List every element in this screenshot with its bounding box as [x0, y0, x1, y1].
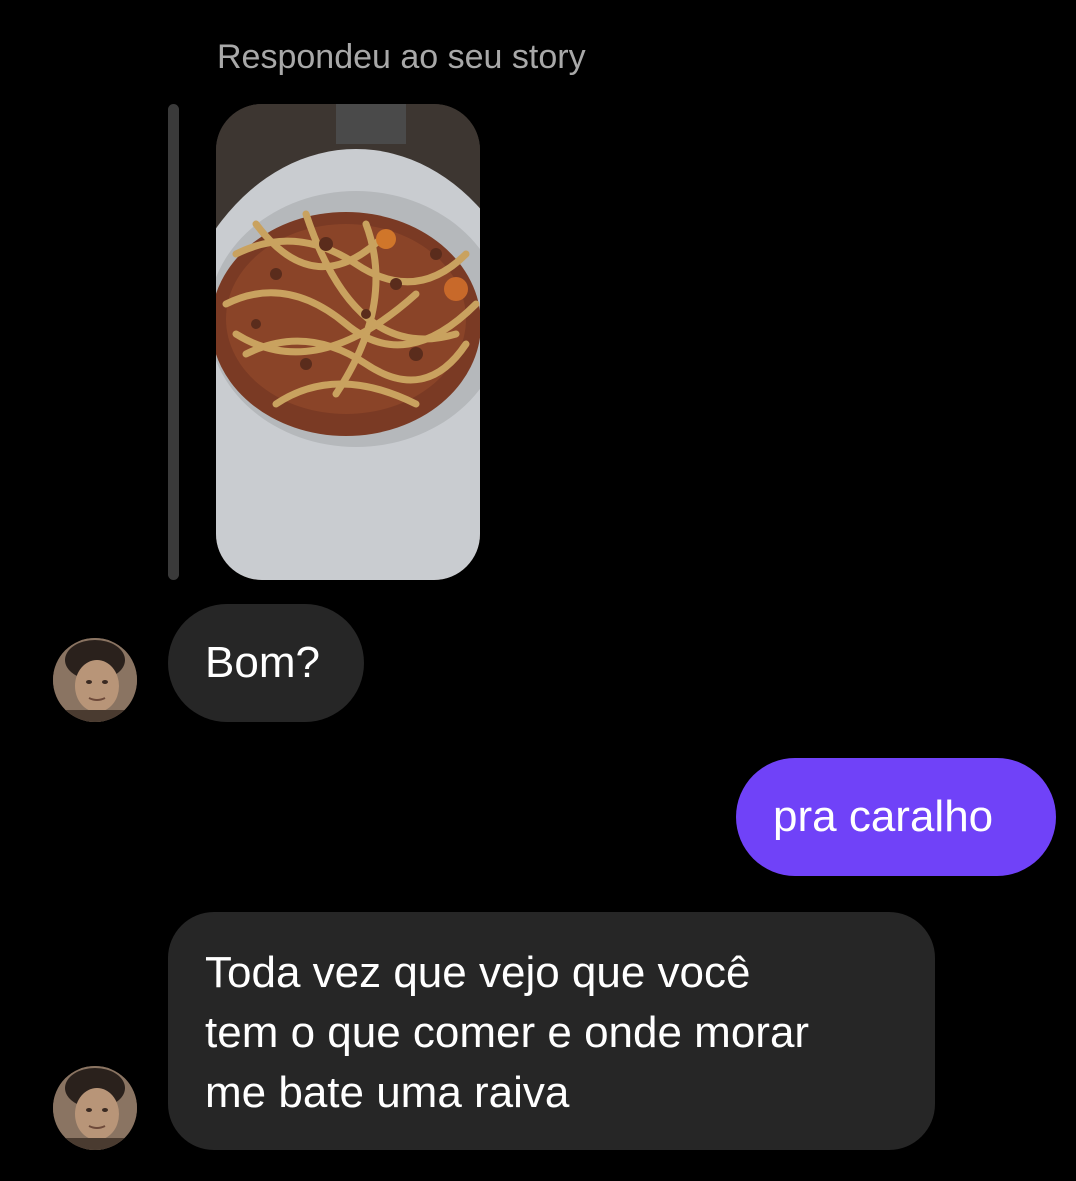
story-reply-label: Respondeu ao seu story	[217, 38, 586, 76]
incoming-message-bubble[interactable]: Bom?	[168, 604, 364, 722]
message-text-line: Toda vez que vejo que você	[205, 948, 751, 997]
story-thumbnail[interactable]	[216, 104, 480, 580]
sender-avatar[interactable]	[53, 1066, 137, 1150]
story-image-icon	[216, 104, 480, 580]
avatar-icon	[53, 638, 137, 722]
message-text-line: tem o que comer e onde morar	[205, 1008, 810, 1057]
sender-avatar[interactable]	[53, 638, 137, 722]
message-text-line: me bate uma raiva	[205, 1068, 570, 1117]
reply-quote-bar	[168, 104, 179, 580]
avatar-icon	[53, 1066, 137, 1150]
message-text: Bom?	[205, 638, 320, 687]
incoming-message-bubble[interactable]: Toda vez que vejo que você tem o que com…	[168, 912, 935, 1150]
outgoing-message-bubble[interactable]: pra caralho	[736, 758, 1056, 876]
message-text: pra caralho	[773, 792, 994, 841]
